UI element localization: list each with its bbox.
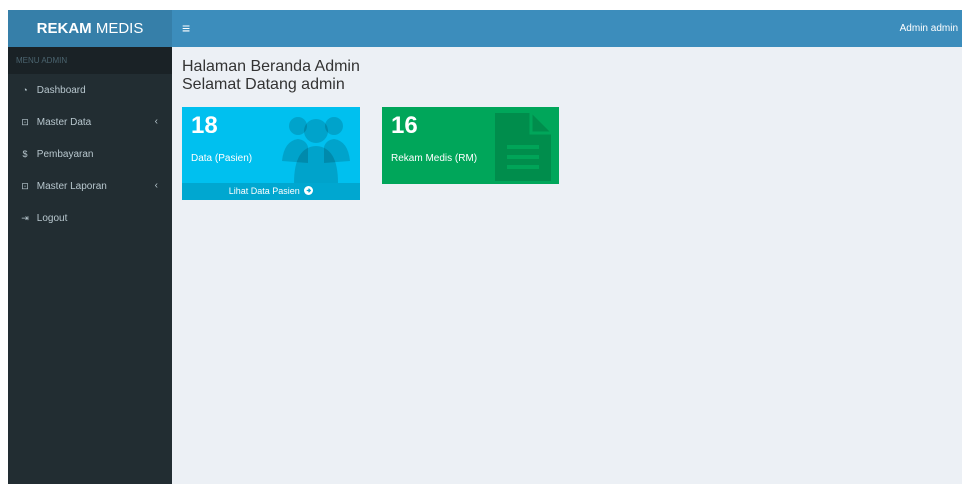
top-navbar: ≡ Admin admin bbox=[172, 10, 962, 47]
folder-icon: ⊡ bbox=[21, 117, 29, 127]
chevron-left-icon: ‹ bbox=[154, 180, 158, 191]
sidebar-item-master-data[interactable]: ⊡ Master Data ‹ bbox=[8, 106, 172, 138]
app-logo[interactable]: REKAM MEDIS bbox=[8, 10, 172, 47]
dashboard-icon: ◔ bbox=[22, 85, 28, 95]
dollar-icon: $ bbox=[22, 149, 28, 159]
sidebar-item-label: Master Laporan bbox=[36, 181, 107, 192]
folder-icon: ⊡ bbox=[21, 181, 29, 191]
page-title-line1: Halaman Beranda Admin bbox=[182, 58, 360, 75]
app-window: REKAM MEDIS ≡ Admin admin MENU ADMIN ◔ D… bbox=[8, 10, 962, 484]
sidebar: MENU ADMIN ◔ Dashboard ⊡ Master Data ‹ $… bbox=[8, 47, 172, 484]
sidebar-item-master-laporan[interactable]: ⊡ Master Laporan ‹ bbox=[8, 170, 172, 202]
footer-link-text: Lihat Data Pasien bbox=[228, 186, 300, 196]
logo-bold-text: REKAM bbox=[36, 20, 92, 37]
pasien-stat-box: 18 Data (Pasien) Lihat Data Pasien bbox=[182, 107, 360, 200]
pasien-count: 18 bbox=[191, 112, 218, 139]
arrow-circle-right-icon bbox=[304, 186, 314, 195]
page-title-line2: Selamat Datang admin bbox=[182, 76, 345, 93]
file-icon bbox=[495, 113, 551, 181]
sidebar-item-dashboard[interactable]: ◔ Dashboard bbox=[8, 74, 172, 106]
chevron-left-icon: ‹ bbox=[154, 116, 158, 127]
logo-text: MEDIS bbox=[91, 20, 144, 37]
sidebar-item-pembayaran[interactable]: $ Pembayaran bbox=[8, 138, 172, 170]
sidebar-item-label: Pembayaran bbox=[36, 149, 94, 160]
lihat-data-pasien-link[interactable]: Lihat Data Pasien bbox=[182, 183, 360, 200]
sidebar-item-label: Dashboard bbox=[36, 85, 86, 96]
sidebar-item-logout[interactable]: ⇥ Logout bbox=[8, 202, 172, 234]
rekam-medis-stat-box: 16 Rekam Medis (RM) bbox=[382, 107, 559, 184]
rekam-medis-count: 16 bbox=[391, 112, 418, 139]
page-title: Halaman Beranda Admin Selamat Datang adm… bbox=[182, 58, 360, 94]
sidebar-item-label: Master Data bbox=[36, 117, 92, 128]
pasien-label: Data (Pasien) bbox=[191, 153, 253, 164]
logout-icon: ⇥ bbox=[21, 213, 29, 223]
user-menu[interactable]: Admin admin bbox=[900, 10, 958, 47]
sidebar-item-label: Logout bbox=[36, 213, 68, 224]
sidebar-header: MENU ADMIN bbox=[8, 47, 172, 74]
main-content: Halaman Beranda Admin Selamat Datang adm… bbox=[172, 47, 962, 484]
sidebar-toggle-icon[interactable]: ≡ bbox=[182, 10, 190, 47]
users-icon bbox=[282, 117, 350, 183]
rekam-medis-label: Rekam Medis (RM) bbox=[391, 153, 478, 164]
